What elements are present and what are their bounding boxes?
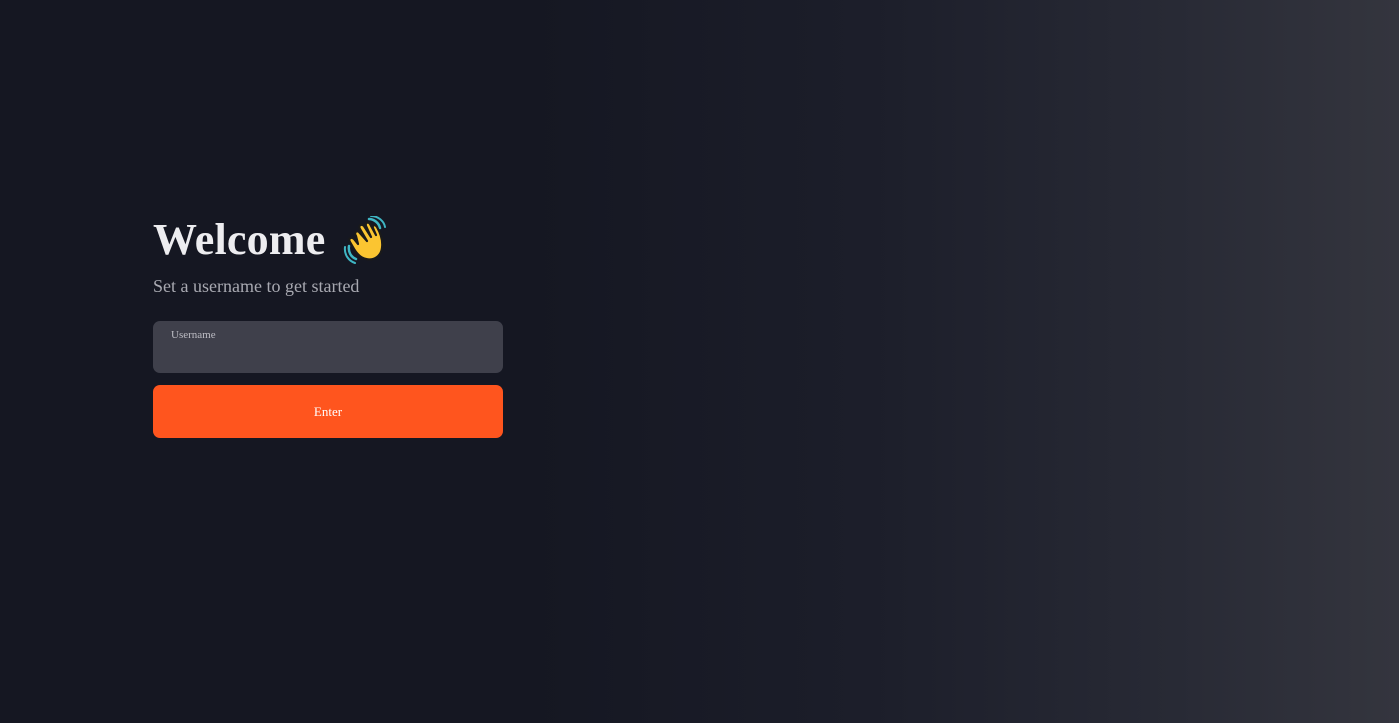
- app-root: { "colors": { "background_dark": "#15172…: [0, 0, 1399, 723]
- username-input[interactable]: [171, 345, 485, 367]
- username-label: Username: [171, 329, 216, 341]
- waving-hand-icon: [341, 215, 389, 264]
- username-field[interactable]: Username: [153, 321, 503, 373]
- enter-button[interactable]: Enter: [153, 385, 503, 438]
- welcome-panel: Welcome Set a username to get started Us…: [153, 212, 503, 438]
- title-row: Welcome: [153, 212, 503, 268]
- page-title: Welcome: [153, 215, 326, 264]
- subtitle: Set a username to get started: [153, 276, 360, 296]
